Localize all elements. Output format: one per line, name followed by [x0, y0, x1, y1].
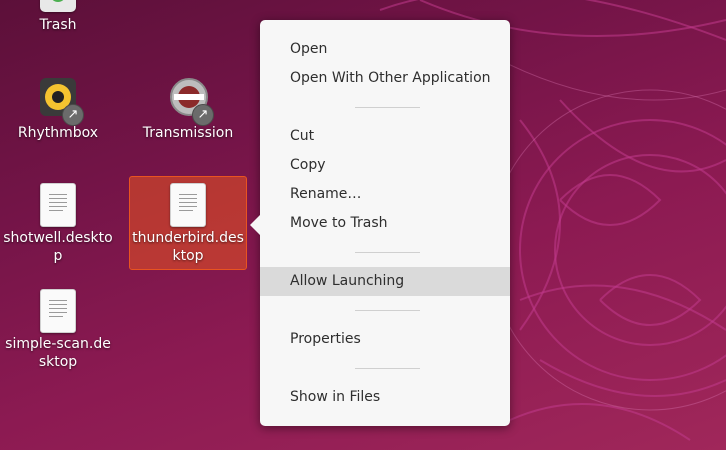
rhythmbox-icon: ↗	[40, 78, 84, 126]
menu-item-copy[interactable]: Copy	[260, 151, 510, 180]
desktop-icon-thunderbird[interactable]: thunderbird.desktop	[129, 176, 247, 270]
desktop-icon-label: Rhythmbox	[17, 125, 99, 141]
menu-separator	[355, 252, 420, 253]
desktop-icon-trash[interactable]: ♻ Trash	[3, 0, 113, 34]
menu-item-properties[interactable]: Properties	[260, 325, 510, 354]
menu-item-allow-launching[interactable]: Allow Launching	[260, 267, 510, 296]
desktop-icon-simple-scan[interactable]: simple-scan.desktop	[3, 289, 113, 371]
menu-separator	[355, 310, 420, 311]
desktop-icon-transmission[interactable]: ↗ Transmission	[133, 78, 243, 142]
menu-item-open-with-other-application[interactable]: Open With Other Application	[260, 64, 510, 93]
desktop-icon-label: Trash	[39, 17, 77, 33]
shortcut-arrow-icon: ↗	[192, 104, 214, 126]
desktop[interactable]: ♻ Trash ↗ Rhythmbox ↗ Transmission	[0, 0, 726, 450]
desktop-icon-label: simple-scan.desktop	[5, 336, 111, 370]
menu-separator	[355, 368, 420, 369]
menu-pointer-arrow	[250, 215, 260, 235]
desktop-icon-label: Transmission	[142, 125, 234, 141]
context-menu: Open Open With Other Application Cut Cop…	[250, 20, 510, 426]
menu-separator	[355, 107, 420, 108]
menu-item-cut[interactable]: Cut	[260, 122, 510, 151]
desktop-icon-rhythmbox[interactable]: ↗ Rhythmbox	[3, 78, 113, 142]
menu-item-move-to-trash[interactable]: Move to Trash	[260, 209, 510, 238]
menu-item-rename[interactable]: Rename…	[260, 180, 510, 209]
trash-icon: ♻	[40, 0, 76, 12]
menu-item-show-in-files[interactable]: Show in Files	[260, 383, 510, 412]
text-file-icon	[170, 183, 206, 227]
transmission-icon: ↗	[170, 78, 214, 126]
desktop-icon-shotwell[interactable]: shotwell.desktop	[3, 183, 113, 265]
text-file-icon	[40, 183, 76, 227]
menu-item-open[interactable]: Open	[260, 35, 510, 64]
desktop-icon-label: thunderbird.desktop	[132, 230, 244, 264]
desktop-icon-label: shotwell.desktop	[3, 230, 113, 264]
text-file-icon	[40, 289, 76, 333]
shortcut-arrow-icon: ↗	[62, 104, 84, 126]
